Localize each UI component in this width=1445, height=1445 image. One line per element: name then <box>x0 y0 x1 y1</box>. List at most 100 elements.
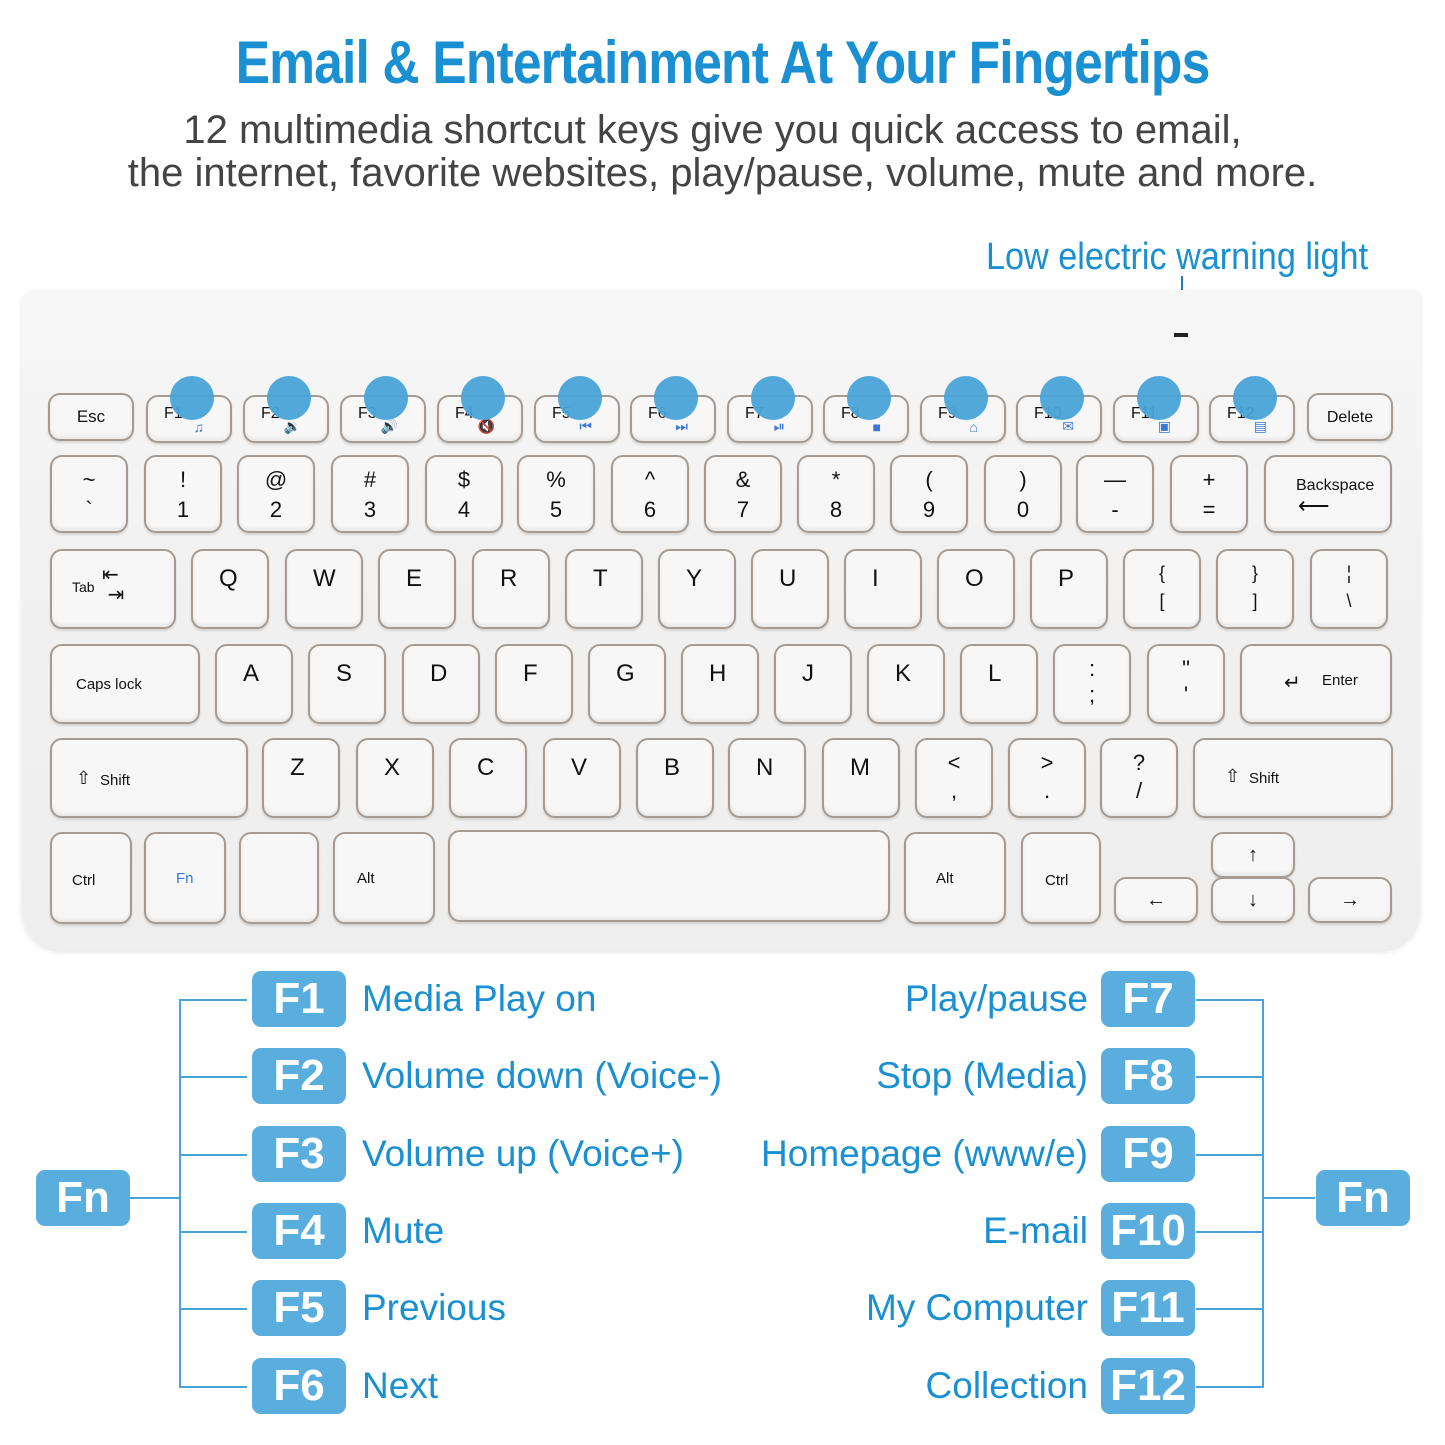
key-letter: Y <box>686 565 703 592</box>
key-R[interactable]: R <box>472 549 550 629</box>
key-bottom: = <box>1202 497 1216 522</box>
legend-key-badge: F9 <box>1101 1126 1195 1182</box>
key-V[interactable]: V <box>543 738 621 818</box>
key-U[interactable]: U <box>751 549 829 629</box>
backspace-arrow-icon: ⟵ <box>1298 493 1330 518</box>
legend-description: Media Play on <box>362 978 597 1019</box>
key-letter: C <box>477 754 495 781</box>
blank-key[interactable] <box>239 832 319 924</box>
key-top: ) <box>1019 467 1027 492</box>
fkey-highlight-dot <box>267 376 311 420</box>
key-7[interactable]: & 7 <box>704 455 782 533</box>
key-G[interactable]: G <box>588 644 666 724</box>
backspace-key[interactable]: Backspace ⟵ <box>1264 455 1392 533</box>
key-top: : <box>1088 656 1096 681</box>
key-letter: R <box>500 565 518 592</box>
key-`[interactable]: ~ ` <box>50 455 128 533</box>
key-C[interactable]: C <box>449 738 527 818</box>
key-J[interactable]: J <box>774 644 852 724</box>
key-E[interactable]: E <box>378 549 456 629</box>
mail-icon: ✉ <box>1062 418 1074 434</box>
left-ctrl-key[interactable]: Ctrl <box>50 832 132 924</box>
previous-track-icon: ⏮ <box>579 418 592 434</box>
key--[interactable]: — - <box>1076 455 1154 533</box>
key-top: " <box>1182 656 1190 681</box>
key-semi-0[interactable]: :; <box>1053 644 1131 724</box>
key-P[interactable]: P <box>1030 549 1108 629</box>
key-bottom: [ <box>1159 591 1165 611</box>
key-bracket-2[interactable]: ¦ \ <box>1310 549 1388 629</box>
key-letter: V <box>571 754 588 781</box>
enter-key[interactable]: ↵ Enter <box>1240 644 1392 724</box>
key-8[interactable]: * 8 <box>797 455 875 533</box>
arrow-down-icon: ↓ <box>1248 889 1258 911</box>
delete-key[interactable]: Delete <box>1307 393 1393 441</box>
tab-label: Tab <box>72 579 95 595</box>
key-letter: N <box>756 754 774 781</box>
key-=[interactable]: + = <box>1170 455 1248 533</box>
right-shift-key[interactable]: ⇧ Shift <box>1193 738 1393 818</box>
key-O[interactable]: O <box>937 549 1015 629</box>
caps-lock-key[interactable]: Caps lock <box>50 644 200 724</box>
key-T[interactable]: T <box>565 549 643 629</box>
legend-key-badge: F12 <box>1101 1358 1195 1414</box>
left-alt-key[interactable]: Alt <box>333 832 435 924</box>
key-bracket-0[interactable]: {[ <box>1123 549 1201 629</box>
key-9[interactable]: (9 <box>890 455 968 533</box>
key-K[interactable]: K <box>867 644 945 724</box>
key-H[interactable]: H <box>681 644 759 724</box>
key-2[interactable]: @2 <box>237 455 315 533</box>
tab-key[interactable]: Tab ⇤ ⇥ <box>50 549 176 629</box>
key-top: ~ <box>82 467 96 492</box>
key-top: > <box>1040 750 1054 775</box>
key-letter: P <box>1058 565 1075 592</box>
key-semi-1[interactable]: " ' <box>1147 644 1225 724</box>
key-M[interactable]: M <box>822 738 900 818</box>
key-S[interactable]: S <box>308 644 386 724</box>
arrow-left-key[interactable]: ← <box>1114 877 1198 923</box>
key-B[interactable]: B <box>636 738 714 818</box>
key-punct-0[interactable]: <, <box>915 738 993 818</box>
arrow-right-key[interactable]: → <box>1308 877 1392 923</box>
key-letter: Q <box>219 565 238 592</box>
key-F[interactable]: F <box>495 644 573 724</box>
space-bar[interactable] <box>448 830 890 922</box>
arrow-down-key[interactable]: ↓ <box>1211 877 1295 923</box>
key-Z[interactable]: Z <box>262 738 340 818</box>
key-X[interactable]: X <box>356 738 434 818</box>
key-5[interactable]: % 5 <box>517 455 595 533</box>
connector-line <box>1196 1076 1264 1078</box>
key-Q[interactable]: Q <box>191 549 269 629</box>
computer-icon: ▣ <box>1157 418 1171 434</box>
key-bracket-1[interactable]: }] <box>1216 549 1294 629</box>
key-punct-2[interactable]: ? / <box>1100 738 1178 818</box>
left-shift-key[interactable]: ⇧ Shift <box>50 738 248 818</box>
right-ctrl-key[interactable]: Ctrl <box>1021 832 1101 924</box>
right-alt-key[interactable]: Alt <box>904 832 1006 924</box>
esc-key[interactable]: Esc <box>48 393 134 441</box>
key-bottom: / <box>1135 778 1143 803</box>
connector-line <box>179 1386 247 1388</box>
key-W[interactable]: W <box>285 549 363 629</box>
key-bottom: 3 <box>363 497 377 522</box>
key-D[interactable]: D <box>402 644 480 724</box>
key-N[interactable]: N <box>728 738 806 818</box>
key-I[interactable]: I <box>844 549 922 629</box>
key-1[interactable]: ! 1 <box>144 455 222 533</box>
key-3[interactable]: #3 <box>331 455 409 533</box>
key-L[interactable]: L <box>960 644 1038 724</box>
fn-badge-left: Fn <box>36 1170 130 1226</box>
key-Y[interactable]: Y <box>658 549 736 629</box>
fn-key[interactable]: Fn <box>144 832 226 924</box>
key-letter: T <box>593 565 608 592</box>
key-letter: D <box>430 660 448 687</box>
legend-description: Next <box>362 1365 439 1406</box>
key-punct-1[interactable]: >. <box>1008 738 1086 818</box>
arrow-up-key[interactable]: ↑ <box>1211 832 1295 878</box>
key-0[interactable]: ) 0 <box>984 455 1062 533</box>
fkey-highlight-dot <box>944 376 988 420</box>
key-4[interactable]: $4 <box>425 455 503 533</box>
key-A[interactable]: A <box>215 644 293 724</box>
key-6[interactable]: ^ 6 <box>611 455 689 533</box>
fkey-highlight-dot <box>364 376 408 420</box>
